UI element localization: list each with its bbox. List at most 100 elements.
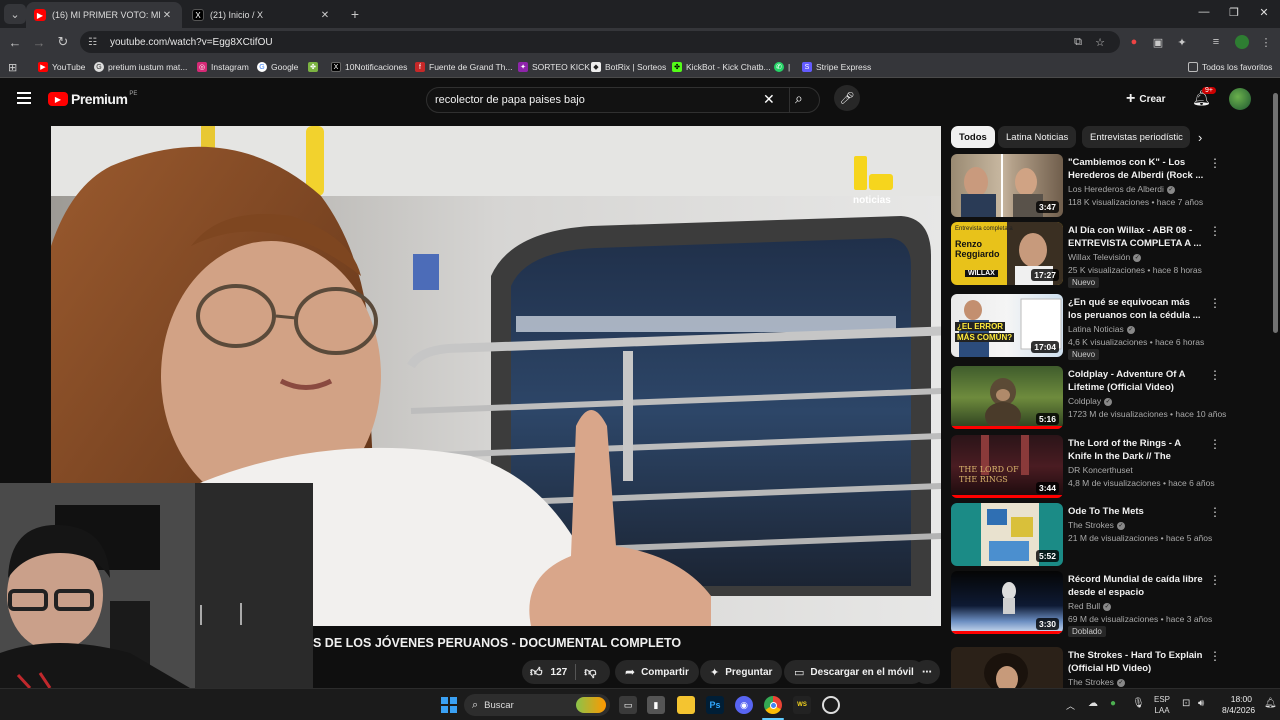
related-channel[interactable]: Coldplay ✓ — [1068, 396, 1113, 406]
bookmark-botrix[interactable]: ◆ BotRix | Sorteos — [591, 60, 666, 74]
more-options-icon[interactable]: ⋮ — [1209, 649, 1221, 663]
volume-icon[interactable]: 🔊︎ — [1198, 698, 1204, 709]
menu-kebab-icon[interactable]: ⋮ — [1258, 34, 1274, 50]
related-video-item[interactable]: Entrevista completa a Renzo Reggiardo WI… — [951, 222, 1269, 288]
language-indicator[interactable]: ESP LAA — [1154, 694, 1170, 716]
tab-youtube[interactable]: ▶ (16) MI PRIMER VOTO: MIEDOS ✕ — [26, 2, 182, 28]
chip-entrevistas[interactable]: Entrevistas periodístic — [1082, 126, 1190, 148]
close-tab-icon[interactable]: ✕ — [160, 10, 174, 21]
related-title[interactable]: Al Día con Willax - ABR 08 - ENTREVISTA … — [1068, 224, 1204, 250]
bookmark-youtube[interactable]: ▶ YouTube — [38, 60, 85, 74]
forward-icon[interactable]: → — [30, 33, 48, 51]
file-explorer-icon[interactable] — [677, 696, 695, 714]
taskbar-search[interactable]: ⌕ Buscar — [464, 694, 610, 716]
apps-grid-icon[interactable]: ⊞ — [8, 60, 17, 74]
more-options-icon[interactable]: ⋮ — [1209, 437, 1221, 451]
bookmark-sorteo-kick[interactable]: ✦ SORTEO KICK — [518, 60, 590, 74]
related-title[interactable]: "Cambiemos con K" - Los Herederos de Alb… — [1068, 156, 1204, 182]
related-title[interactable]: The Strokes - Hard To Explain (Official … — [1068, 649, 1204, 675]
video-thumbnail[interactable] — [951, 647, 1063, 688]
network-icon[interactable]: ⊡ — [1182, 698, 1190, 709]
ask-button[interactable]: ✦ Preguntar — [700, 660, 783, 684]
related-channel[interactable]: The Strokes ✓ — [1068, 677, 1125, 687]
download-button[interactable]: ▭ Descargar en el móvil — [784, 660, 924, 684]
like-button-icon[interactable]: 👍︎ — [530, 665, 543, 680]
more-actions-button[interactable]: ⋯ — [914, 660, 940, 684]
back-icon[interactable]: ← — [6, 33, 24, 51]
more-options-icon[interactable]: ⋮ — [1209, 573, 1221, 587]
related-video-item[interactable]: 3:30 Récord Mundial de caída libre desde… — [951, 571, 1269, 637]
bookmark-instagram[interactable]: ◎ Instagram — [197, 60, 249, 74]
video-thumbnail[interactable]: 5:52 — [951, 503, 1063, 566]
related-video-item[interactable]: 3:47 "Cambiemos con K" - Los Herederos d… — [951, 154, 1269, 218]
reload-icon[interactable]: ↻ — [54, 33, 72, 51]
show-hidden-icons-chevron[interactable]: ︿ — [1066, 699, 1075, 712]
video-thumbnail[interactable]: 3:47 — [951, 154, 1063, 217]
chip-todos[interactable]: Todos — [951, 126, 995, 148]
page-scrollbar[interactable] — [1271, 79, 1280, 688]
tab-search-icon[interactable]: ⌄ — [4, 4, 26, 24]
bookmark-pinwheel[interactable]: ✤ — [308, 60, 322, 74]
hamburger-menu-icon[interactable] — [17, 92, 31, 104]
clear-search-icon[interactable]: ✕ — [763, 91, 775, 108]
related-channel[interactable]: Los Herederos de Alberdi ✓ — [1068, 184, 1175, 194]
chevron-right-icon[interactable]: › — [1198, 130, 1202, 145]
video-thumbnail[interactable]: 3:30 — [951, 571, 1063, 634]
youtube-premium-logo[interactable]: ▶ Premium PE — [48, 91, 137, 107]
related-title[interactable]: Ode To The Mets — [1068, 505, 1204, 518]
task-view-icon[interactable]: ▭ — [619, 696, 637, 714]
bookmark-pretium[interactable]: Gpretium iustum mat... — [94, 60, 187, 74]
bookmark-star-icon[interactable]: ☆ — [1092, 34, 1108, 50]
clock[interactable]: 18:00 8/4/2026 — [1222, 694, 1255, 716]
related-channel[interactable]: Red Bull ✓ — [1068, 601, 1112, 611]
address-bar[interactable]: ☷ youtube.com/watch?v=Egg8XCtifOU — [80, 31, 1120, 53]
reading-list-icon[interactable]: ≡ — [1208, 34, 1224, 50]
bookmark-whatsapp[interactable]: ✆ | — [774, 60, 790, 74]
app-icon[interactable]: WS — [793, 696, 811, 714]
related-title[interactable]: Récord Mundial de caída libre desde el e… — [1068, 573, 1204, 599]
related-channel[interactable]: Latina Noticias ✓ — [1068, 324, 1135, 334]
related-video-item[interactable]: The Strokes - Hard To Explain (Official … — [951, 647, 1269, 688]
related-video-item[interactable]: 5:52 Ode To The Mets The Strokes ✓ 21 M d… — [951, 503, 1269, 567]
obs-icon[interactable] — [822, 696, 840, 714]
voice-search-icon[interactable]: 🎤︎ — [834, 85, 860, 111]
photoshop-icon[interactable]: Ps — [706, 696, 724, 714]
scrollbar-thumb[interactable] — [1273, 93, 1278, 333]
related-video-item[interactable]: 5:16 Coldplay - Adventure Of A Lifetime … — [951, 366, 1269, 430]
search-input[interactable]: recolector de papa paises bajo ✕ ⌕ — [426, 87, 820, 113]
new-tab-button[interactable]: + — [344, 4, 366, 24]
chip-latina-noticias[interactable]: Latina Noticias — [998, 126, 1077, 148]
windows-start-icon[interactable] — [440, 696, 458, 714]
related-title[interactable]: The Lord of the Rings - A Knife In the D… — [1068, 437, 1204, 463]
site-info-icon[interactable]: ☷ — [88, 37, 102, 48]
chrome-icon[interactable] — [764, 696, 782, 714]
extension-icon[interactable]: ▣ — [1150, 34, 1166, 50]
discord-icon[interactable]: ◉ — [735, 696, 753, 714]
close-tab-icon[interactable]: ✕ — [318, 10, 332, 21]
bookmark-google[interactable]: G Google — [257, 60, 298, 74]
video-thumbnail[interactable]: THE LORD OF THE RINGS 3:44 — [951, 435, 1063, 498]
more-options-icon[interactable]: ⋮ — [1209, 368, 1221, 382]
share-button[interactable]: ➦ Compartir — [615, 660, 699, 684]
more-options-icon[interactable]: ⋮ — [1209, 296, 1221, 310]
related-video-item[interactable]: THE LORD OF THE RINGS 3:44 The Lord of t… — [951, 435, 1269, 499]
related-title[interactable]: Coldplay - Adventure Of A Lifetime (Offi… — [1068, 368, 1204, 394]
more-options-icon[interactable]: ⋮ — [1209, 505, 1221, 519]
bookmark-10notificaciones[interactable]: X 10Notificaciones — [331, 60, 407, 74]
more-options-icon[interactable]: ⋮ — [1209, 224, 1221, 238]
microphone-icon[interactable]: 🎙︎ — [1132, 698, 1145, 709]
extension-icon[interactable]: ● — [1126, 34, 1142, 50]
bookmark-grand-theft[interactable]: f Fuente de Grand Th... — [415, 60, 512, 74]
tray-app-icon[interactable]: ● — [1110, 698, 1116, 709]
related-video-item[interactable]: ¿EL ERROR MÁS COMÚN? 17:04 ¿En qué se eq… — [951, 294, 1269, 360]
extensions-puzzle-icon[interactable]: ✦ — [1174, 34, 1190, 50]
profile-avatar-icon[interactable] — [1234, 34, 1250, 50]
related-channel[interactable]: DR Koncerthuset — [1068, 465, 1133, 475]
video-thumbnail[interactable]: ¿EL ERROR MÁS COMÚN? 17:04 — [951, 294, 1063, 357]
related-channel[interactable]: Willax Televisión ✓ — [1068, 252, 1142, 262]
dislike-button-icon[interactable]: 👎︎ — [584, 665, 596, 680]
more-options-icon[interactable]: ⋮ — [1209, 156, 1221, 170]
restore-icon[interactable]: ❐ — [1224, 6, 1244, 19]
app-icon[interactable]: ▮ — [647, 696, 665, 714]
video-thumbnail[interactable]: 5:16 — [951, 366, 1063, 429]
